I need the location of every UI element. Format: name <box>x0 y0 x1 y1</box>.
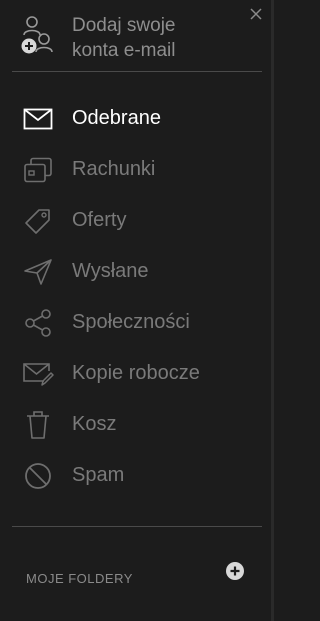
tag-icon <box>25 208 50 234</box>
plus-circle-icon <box>226 562 244 580</box>
nav-item-inbox[interactable]: Odebrane <box>0 93 274 144</box>
my-folders-section: MOJE FOLDERY <box>26 562 256 590</box>
panel-edge <box>271 0 274 621</box>
divider <box>12 71 262 72</box>
trash-icon <box>27 410 49 439</box>
spam-icon <box>25 462 51 489</box>
add-account-label: Dodaj swoje konta e-mail <box>72 15 176 61</box>
nav-item-label: Rachunki <box>72 158 156 180</box>
nav-item-label: Wysłane <box>72 260 149 282</box>
close-button[interactable] <box>248 6 264 22</box>
add-accounts-icon <box>21 16 53 54</box>
nav-item-label: Społeczności <box>72 311 190 333</box>
nav-item-drafts[interactable]: Kopie robocze <box>0 348 274 399</box>
nav-item-spam[interactable]: Spam <box>0 450 274 501</box>
nav-item-social[interactable]: Społeczności <box>0 297 274 348</box>
nav-item-label: Odebrane <box>72 107 161 129</box>
nav-item-sent[interactable]: Wysłane <box>0 246 274 297</box>
nav-item-label: Spam <box>72 464 125 486</box>
nav-item-label: Oferty <box>72 209 127 231</box>
nav-item-bills[interactable]: Rachunki <box>0 144 274 195</box>
nav-item-offers[interactable]: Oferty <box>0 195 274 246</box>
add-account-button[interactable]: Dodaj swoje konta e-mail <box>20 10 240 68</box>
my-folders-title: MOJE FOLDERY <box>26 570 133 586</box>
send-plane-icon <box>24 258 52 285</box>
inbox-envelope-icon <box>23 108 53 129</box>
draft-icon <box>23 362 54 386</box>
add-folder-button[interactable] <box>224 560 246 582</box>
bills-icon <box>24 157 52 182</box>
share-icon <box>25 308 51 337</box>
nav-item-label: Kosz <box>72 413 117 435</box>
mail-sidebar: Dodaj swoje konta e-mail Odebrane Rachun… <box>0 0 274 621</box>
folder-list: Odebrane Rachunki Oferty Wysłane Społecz… <box>0 93 274 501</box>
close-icon <box>250 8 262 20</box>
nav-item-trash[interactable]: Kosz <box>0 399 274 450</box>
divider <box>12 526 262 527</box>
nav-item-label: Kopie robocze <box>72 362 200 384</box>
